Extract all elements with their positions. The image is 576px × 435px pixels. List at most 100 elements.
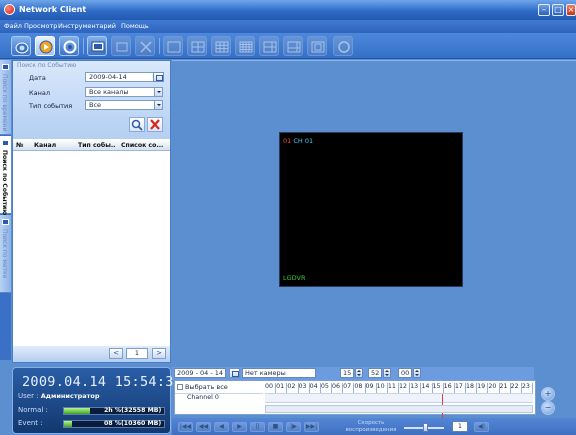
layout-4-button[interactable]: [187, 36, 207, 56]
speed-slider[interactable]: [404, 423, 444, 432]
rewind-button[interactable]: ◀◀: [196, 422, 211, 432]
event-storage-label: Event :: [18, 419, 43, 427]
hour-tick-label: 08: [354, 383, 363, 390]
tab-search-by-event[interactable]: Поиск по Событию: [0, 136, 11, 215]
column-number[interactable]: №: [16, 142, 32, 149]
pause-button[interactable]: ||: [250, 422, 265, 432]
maximize-button[interactable]: □: [552, 4, 564, 16]
page-number[interactable]: 1: [126, 348, 148, 359]
monitor-button[interactable]: [87, 36, 107, 56]
live-view-icon: [15, 42, 29, 54]
speed-label: Скорость воспроизведения: [345, 420, 397, 433]
zoom-in-button[interactable]: +: [541, 387, 555, 401]
layout-9-button[interactable]: [211, 36, 231, 56]
hour-tick-label: 19: [477, 383, 486, 390]
channel-dropdown[interactable]: Все каналы: [85, 87, 163, 97]
column-event-list[interactable]: Список со...: [121, 142, 169, 149]
hour-tick-label: 04: [309, 383, 318, 390]
search-button[interactable]: [129, 117, 145, 132]
toolbar-separator: [83, 38, 84, 54]
column-event-type[interactable]: Тип собы...: [78, 142, 116, 149]
menu-help[interactable]: Помощь: [121, 22, 149, 30]
window-icon: [116, 42, 128, 52]
status-panel: 2009.04.14 15:54:32 User : Администратор…: [12, 367, 182, 434]
close-button[interactable]: ×: [566, 4, 576, 16]
next-page-button[interactable]: >: [152, 348, 166, 359]
channel-timeline-track[interactable]: [265, 393, 533, 427]
timeline-scrollbar[interactable]: [265, 405, 533, 413]
minute-spinner[interactable]: [383, 368, 391, 378]
layout-1-button[interactable]: [163, 36, 183, 56]
timeline-calendar-button[interactable]: [229, 368, 240, 378]
hour-tick-label: 02: [287, 383, 296, 390]
event-type-dropdown[interactable]: Все: [85, 100, 163, 110]
layout-8-button[interactable]: [283, 36, 303, 56]
tab-icon: [2, 219, 9, 225]
zoom-out-button[interactable]: −: [541, 401, 555, 415]
hour-spinner[interactable]: [355, 368, 363, 378]
hour-tick-label: 15: [432, 383, 441, 390]
play-button[interactable]: ▶: [232, 422, 247, 432]
fullscreen-icon: [140, 41, 152, 53]
layout-6-button[interactable]: [259, 36, 279, 56]
timeline-date-field[interactable]: 2009 - 04 - 14: [174, 368, 226, 378]
layout-16-button[interactable]: [235, 36, 255, 56]
hour-tick-label: 12: [399, 383, 408, 390]
speed-slider-handle[interactable]: [423, 423, 428, 432]
step-back-button[interactable]: ◀: [214, 422, 229, 432]
menu-tools[interactable]: Инструментарий: [58, 22, 116, 30]
menu-view[interactable]: Просмотр: [24, 22, 57, 30]
normal-storage-fill: [64, 408, 90, 414]
chevron-down-icon: [154, 101, 162, 109]
normal-storage-text: 2h %(32558 MB): [104, 407, 162, 414]
monitor-icon: [91, 41, 105, 52]
live-view-button[interactable]: [11, 36, 31, 56]
hour-tick-label: 11: [387, 383, 396, 390]
stop-button[interactable]: ■: [268, 422, 283, 432]
hour-tick-label: 13: [410, 383, 419, 390]
hour-field[interactable]: 15: [340, 368, 354, 378]
skip-end-button[interactable]: ▶▶|: [304, 422, 319, 432]
tab-search-by-mark-label: Поиск по метке: [1, 229, 8, 279]
hour-tick-label: 09: [365, 383, 374, 390]
fullscreen-button[interactable]: [135, 36, 155, 56]
channel-label: Канал: [29, 89, 50, 97]
osd-label: LGDVR: [283, 274, 306, 282]
config-button[interactable]: [59, 36, 79, 56]
config-icon: [63, 40, 77, 54]
minute-field[interactable]: 52: [368, 368, 382, 378]
skip-start-button[interactable]: |◀◀: [178, 422, 193, 432]
second-spinner[interactable]: [413, 368, 421, 378]
tab-search-by-time[interactable]: Поиск по времени: [0, 60, 11, 135]
side-tab-strip: Поиск по времени Поиск по Событию Поиск …: [0, 60, 11, 360]
mute-button[interactable]: ◀): [474, 422, 489, 432]
playback-button[interactable]: [35, 36, 55, 56]
video-channel-window[interactable]: 01 CH 01 LGDVR: [279, 132, 463, 287]
cycle-button[interactable]: [333, 36, 353, 56]
step-forward-button[interactable]: |▶: [286, 422, 301, 432]
layout-13-button[interactable]: [307, 36, 327, 56]
select-all-checkbox[interactable]: Выбрать все: [177, 383, 228, 391]
clear-icon: [150, 119, 160, 130]
layout-13-icon: [311, 41, 325, 53]
minimize-button[interactable]: –: [538, 4, 550, 16]
channel-overlay: 01 CH 01: [283, 137, 313, 145]
date-field[interactable]: 2009-04-14: [85, 72, 159, 82]
prev-page-button[interactable]: <: [109, 348, 123, 359]
normal-storage-label: Normal :: [18, 406, 48, 414]
event-type-label: Тип события: [29, 102, 73, 110]
event-storage-bar: 08 %(10360 MB): [63, 420, 165, 428]
tab-search-by-mark[interactable]: Поиск по метке: [0, 215, 11, 293]
toolbar-separator: [159, 38, 160, 54]
window-button[interactable]: [111, 36, 131, 56]
calendar-button[interactable]: [153, 72, 164, 82]
chevron-down-icon: [154, 88, 162, 96]
tab-icon: [2, 64, 9, 70]
column-channel[interactable]: Канал: [34, 142, 68, 149]
event-type-value: Все: [89, 101, 102, 109]
second-field[interactable]: 00: [398, 368, 412, 378]
clear-search-button[interactable]: [147, 117, 163, 132]
menu-file[interactable]: Файл: [4, 22, 22, 30]
tab-search-by-time-label: Поиск по времени: [1, 74, 8, 132]
date-label: Дата: [29, 74, 46, 82]
